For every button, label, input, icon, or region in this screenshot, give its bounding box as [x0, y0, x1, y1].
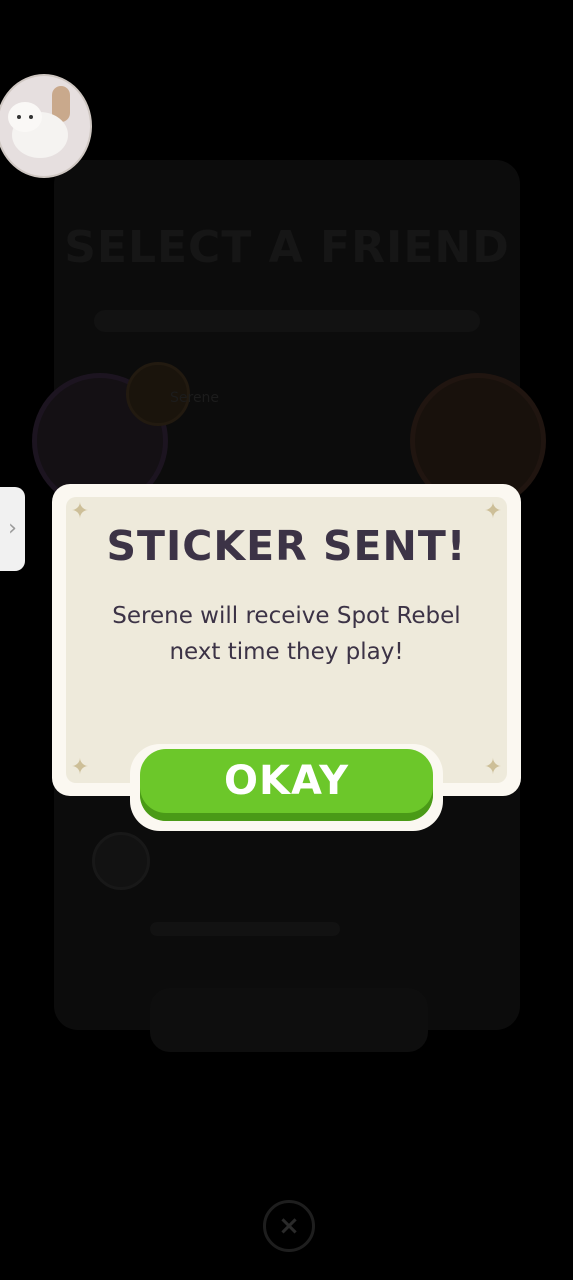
background-button	[150, 988, 428, 1052]
dialog-message: Serene will receive Spot Rebel next time…	[112, 603, 461, 665]
dialog-title: STICKER SENT!	[106, 522, 467, 570]
background-subtitle	[94, 310, 480, 332]
close-icon[interactable]: ×	[263, 1200, 315, 1252]
background-text-line	[150, 922, 340, 936]
corner-ornament-icon: ✦	[70, 755, 90, 780]
background-title: SELECT A FRIEND	[64, 222, 510, 273]
friend-name: Serene	[170, 390, 220, 406]
okay-button-frame: OKAY	[130, 744, 443, 831]
cat-eye	[29, 115, 33, 119]
okay-button[interactable]: OKAY	[140, 749, 433, 821]
floating-avatar-bubble[interactable]	[0, 74, 92, 178]
background-icon	[92, 832, 150, 890]
side-panel-tab[interactable]: ›	[0, 487, 25, 571]
cat-eye	[17, 115, 21, 119]
cat-head	[8, 102, 42, 132]
corner-ornament-icon: ✦	[483, 755, 503, 780]
